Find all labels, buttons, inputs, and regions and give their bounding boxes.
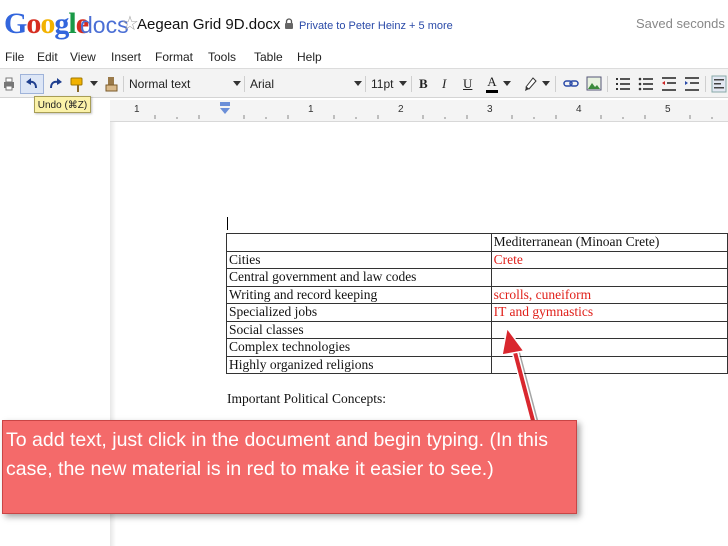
table-cell[interactable]: Central government and law codes bbox=[226, 268, 492, 287]
menu-help[interactable]: Help bbox=[297, 50, 322, 64]
table-cell[interactable]: Mediterranean (Minoan Crete) bbox=[490, 233, 728, 252]
chevron-down-icon[interactable] bbox=[399, 81, 407, 86]
undo-icon bbox=[26, 78, 37, 89]
redo-icon[interactable] bbox=[48, 75, 64, 93]
menu-table[interactable]: Table bbox=[254, 50, 283, 64]
table-row: Cities Crete bbox=[226, 250, 728, 269]
save-status: Saved seconds a bbox=[636, 16, 728, 31]
table-cell[interactable]: Highly organized religions bbox=[226, 355, 492, 374]
font-select-value: Arial bbox=[250, 77, 275, 91]
chevron-down-icon[interactable] bbox=[354, 81, 362, 86]
table-row: Complex technologies bbox=[226, 338, 728, 357]
toolbar: Normal text Arial 11pt B I U A bbox=[0, 68, 728, 98]
menu-bar: File Edit View Insert Format Tools Table… bbox=[0, 46, 728, 68]
font-select[interactable]: Arial bbox=[250, 74, 360, 94]
table-cell[interactable]: Cities bbox=[226, 250, 492, 269]
ruler-ticks bbox=[154, 115, 713, 119]
toolbar-divider bbox=[365, 76, 366, 92]
link-icon[interactable] bbox=[563, 75, 579, 93]
text-color-button[interactable]: A bbox=[486, 74, 498, 93]
bulleted-list-icon[interactable] bbox=[638, 75, 654, 93]
document-table[interactable]: Mediterranean (Minoan Crete) Cities Cret… bbox=[226, 233, 728, 374]
table-row: Central government and law codes bbox=[226, 268, 728, 287]
table-cell[interactable]: Complex technologies bbox=[226, 338, 492, 357]
chevron-down-icon[interactable] bbox=[503, 81, 511, 86]
paint-format-dropdown-icon[interactable] bbox=[90, 81, 98, 86]
undo-button[interactable] bbox=[20, 74, 44, 94]
menu-insert[interactable]: Insert bbox=[111, 50, 141, 64]
clear-formatting-icon[interactable] bbox=[104, 75, 120, 93]
table-cell[interactable]: Writing and record keeping bbox=[226, 285, 492, 304]
toolbar-divider bbox=[555, 76, 556, 92]
underline-button[interactable]: U bbox=[463, 74, 472, 94]
style-select-value: Normal text bbox=[129, 77, 191, 91]
table-cell[interactable] bbox=[226, 233, 492, 252]
table-cell[interactable] bbox=[490, 268, 728, 287]
table-cell[interactable]: scrolls, cuneiform bbox=[490, 285, 728, 304]
italic-button[interactable]: I bbox=[442, 74, 446, 94]
table-row: Mediterranean (Minoan Crete) bbox=[226, 233, 728, 252]
toolbar-divider bbox=[705, 76, 706, 92]
print-icon[interactable] bbox=[2, 75, 16, 93]
app-header: Google docs ☆ Aegean Grid 9D.docx Privat… bbox=[0, 0, 728, 44]
google-logo[interactable]: Google bbox=[4, 7, 89, 41]
highlight-color-icon[interactable] bbox=[523, 75, 539, 93]
text-color-label: A bbox=[487, 74, 497, 89]
table-cell[interactable]: IT and gymnastics bbox=[490, 303, 728, 322]
menu-format[interactable]: Format bbox=[155, 50, 193, 64]
sharing-status-link[interactable]: Private to Peter Heinz + 5 more bbox=[299, 19, 453, 33]
menu-file[interactable]: File bbox=[5, 50, 24, 64]
toolbar-divider bbox=[244, 76, 245, 92]
toolbar-divider bbox=[123, 76, 124, 92]
paint-format-icon[interactable] bbox=[70, 75, 86, 93]
text-cursor bbox=[227, 217, 228, 230]
bold-button[interactable]: B bbox=[419, 74, 428, 94]
undo-tooltip: Undo (⌘Z) bbox=[34, 96, 91, 113]
table-row: Writing and record keeping scrolls, cune… bbox=[226, 285, 728, 304]
instruction-text: To add text, just click in the document … bbox=[6, 429, 548, 480]
insert-image-icon[interactable] bbox=[586, 75, 602, 93]
table-row: Specialized jobs IT and gymnastics bbox=[226, 303, 728, 322]
ruler: 1 1 2 3 4 5 bbox=[110, 100, 728, 122]
table-cell[interactable]: Specialized jobs bbox=[226, 303, 492, 322]
menu-tools[interactable]: Tools bbox=[208, 50, 236, 64]
decrease-indent-icon[interactable] bbox=[661, 75, 677, 93]
table-cell[interactable]: Social classes bbox=[226, 320, 492, 339]
table-row: Highly organized religions bbox=[226, 355, 728, 374]
toolbar-divider bbox=[411, 76, 412, 92]
increase-indent-icon[interactable] bbox=[684, 75, 700, 93]
toolbar-divider bbox=[607, 76, 608, 92]
section-heading[interactable]: Important Political Concepts: bbox=[227, 391, 386, 407]
menu-view[interactable]: View bbox=[70, 50, 96, 64]
document-title[interactable]: Aegean Grid 9D.docx bbox=[137, 16, 280, 34]
lock-icon bbox=[285, 18, 293, 29]
menu-edit[interactable]: Edit bbox=[37, 50, 58, 64]
chevron-down-icon[interactable] bbox=[542, 81, 550, 86]
numbered-list-icon[interactable] bbox=[615, 75, 631, 93]
table-cell[interactable]: Crete bbox=[490, 250, 728, 269]
align-left-icon[interactable] bbox=[711, 75, 727, 93]
chevron-down-icon[interactable] bbox=[233, 81, 241, 86]
font-size-value: 11pt bbox=[371, 77, 394, 91]
table-row: Social classes bbox=[226, 320, 728, 339]
style-select[interactable]: Normal text bbox=[129, 74, 245, 94]
